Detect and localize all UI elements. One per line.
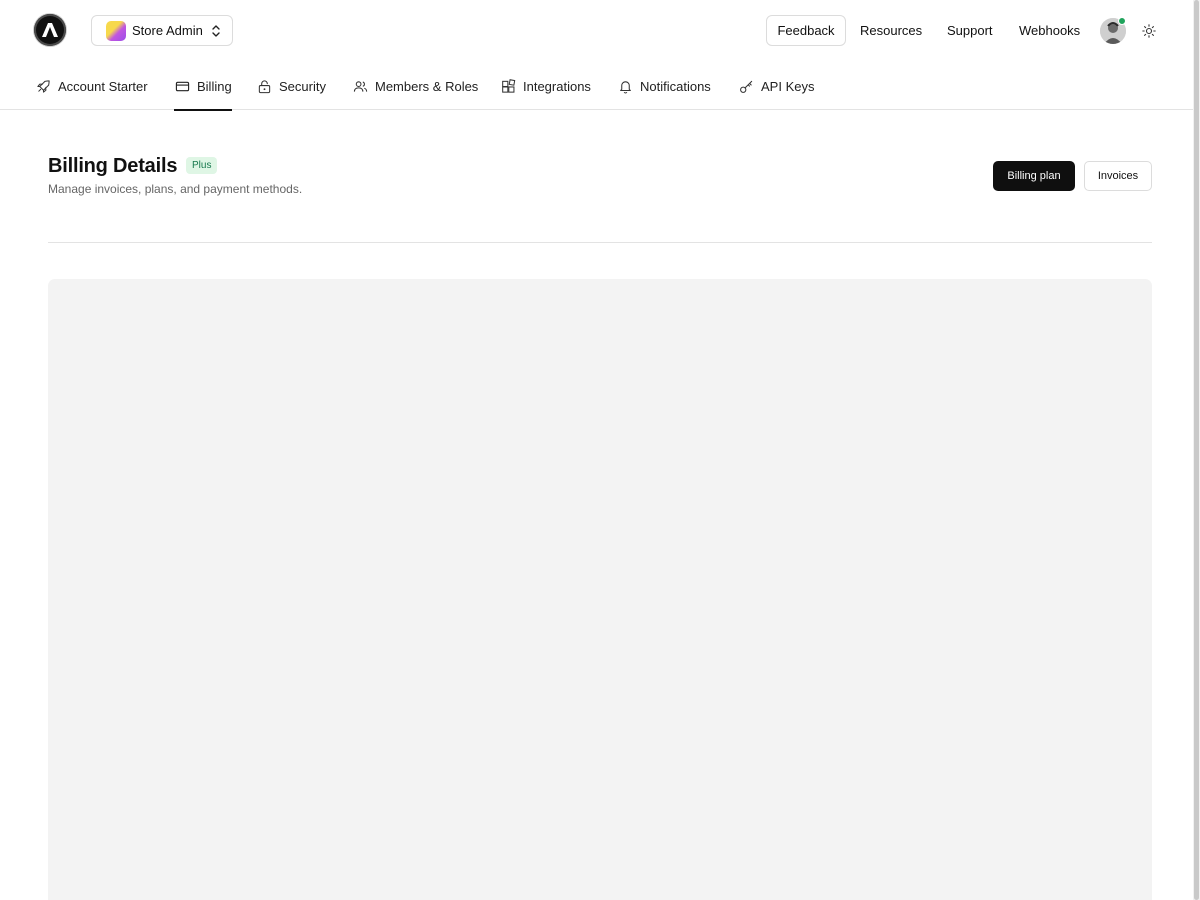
- tab-label: Members & Roles: [375, 78, 479, 94]
- billing-content-panel: [48, 279, 1152, 900]
- page-subtitle: Manage invoices, plans, and payment meth…: [48, 182, 303, 196]
- tab-members-roles[interactable]: Members & Roles: [352, 62, 478, 110]
- tab-api-keys[interactable]: API Keys: [738, 62, 814, 110]
- tab-label: Account Starter: [58, 78, 148, 94]
- tab-account-starter[interactable]: Account Starter: [35, 62, 148, 110]
- workspace-name: Store Admin: [132, 23, 203, 38]
- invoices-button[interactable]: Invoices: [1084, 161, 1152, 191]
- key-icon: [738, 78, 754, 94]
- puzzle-icon: [500, 78, 516, 94]
- page-title: Billing Details: [48, 155, 178, 177]
- sun-icon[interactable]: [1141, 23, 1157, 39]
- feedback-button[interactable]: Feedback: [766, 15, 846, 46]
- online-status-badge: [1118, 17, 1126, 25]
- bell-icon: [617, 78, 633, 94]
- credit-card-icon: [174, 78, 190, 94]
- tab-billing[interactable]: Billing: [174, 62, 232, 111]
- lock-icon: [256, 78, 272, 94]
- tab-label: Notifications: [640, 78, 711, 94]
- tab-notifications[interactable]: Notifications: [617, 62, 711, 110]
- scrollbar-thumb[interactable]: [1194, 0, 1199, 900]
- settings-tabs: Account Starter Billing Security Members…: [0, 62, 1193, 111]
- support-link[interactable]: Support: [947, 23, 993, 38]
- tab-security[interactable]: Security: [256, 62, 326, 110]
- tab-label: API Keys: [761, 78, 815, 94]
- workspace-avatar: [106, 20, 126, 41]
- workspace-switcher[interactable]: Store Admin: [91, 15, 233, 46]
- resources-link[interactable]: Resources: [860, 23, 922, 38]
- top-bar: Store Admin Feedback Resources Support W…: [0, 0, 1193, 62]
- users-icon: [352, 78, 368, 94]
- tab-integrations[interactable]: Integrations: [500, 62, 591, 110]
- plan-badge: Plus: [186, 157, 218, 174]
- section-divider: [48, 242, 1152, 243]
- webhooks-link[interactable]: Webhooks: [1019, 23, 1080, 38]
- tab-label: Billing: [197, 78, 232, 94]
- chevron-up-down-icon: [211, 24, 221, 38]
- tab-label: Integrations: [523, 78, 591, 94]
- app-logo-icon[interactable]: [34, 14, 66, 46]
- tab-label: Security: [279, 78, 326, 94]
- billing-plan-button[interactable]: Billing plan: [993, 161, 1075, 191]
- rocket-icon: [35, 78, 51, 94]
